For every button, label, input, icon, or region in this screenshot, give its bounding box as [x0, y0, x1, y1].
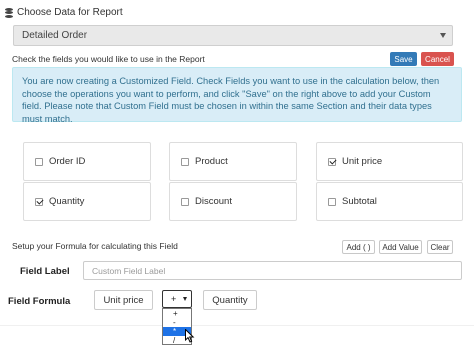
panel-header: Choose Data for Report — [5, 7, 123, 18]
clear-button[interactable]: Clear — [427, 240, 453, 254]
checkbox[interactable] — [35, 157, 43, 166]
field-option-subtotal[interactable]: Subtotal — [316, 182, 463, 221]
field-option-label: Subtotal — [342, 196, 377, 207]
field-option-label: Unit price — [342, 156, 383, 167]
field-option-label: Order ID — [49, 156, 86, 167]
formula-token-quantity[interactable]: Quantity — [203, 290, 257, 310]
caret-down-icon — [183, 297, 187, 301]
fields-instruction: Check the fields you would like to use i… — [12, 54, 205, 64]
field-option-product[interactable]: Product — [169, 142, 297, 181]
field-option-label: Quantity — [49, 196, 85, 207]
field-option-discount[interactable]: Discount — [169, 182, 297, 221]
formula-setup-label: Setup your Formula for calculating this … — [12, 241, 178, 251]
caret-down-icon — [440, 33, 446, 38]
field-option-quantity[interactable]: Quantity — [23, 182, 151, 221]
operator-option[interactable]: - — [163, 318, 191, 327]
field-label-caption: Field Label — [20, 266, 70, 277]
checkbox[interactable] — [328, 197, 336, 206]
field-formula-caption: Field Formula — [8, 296, 71, 307]
checkbox[interactable] — [181, 197, 189, 206]
checkbox[interactable] — [328, 157, 336, 166]
field-option-unit-price[interactable]: Unit price — [316, 142, 463, 181]
panel-title: Choose Data for Report — [17, 7, 123, 18]
add-parentheses-button[interactable]: Add ( ) — [342, 240, 375, 254]
cancel-button[interactable]: Cancel — [421, 52, 454, 66]
database-icon — [5, 7, 13, 18]
field-option-label: Discount — [195, 196, 232, 207]
operator-option[interactable]: + — [163, 309, 191, 318]
checkbox[interactable] — [35, 197, 43, 206]
info-alert: You are now creating a Customized Field.… — [12, 67, 462, 124]
report-type-select[interactable]: Detailed Order — [13, 25, 453, 46]
custom-field-panel: Choose Data for Report Detailed Order Ch… — [0, 0, 474, 345]
field-option-order-id[interactable]: Order ID — [23, 142, 151, 181]
save-button[interactable]: Save — [390, 52, 417, 66]
add-value-button[interactable]: Add Value — [379, 240, 422, 254]
divider — [0, 325, 474, 326]
report-type-value: Detailed Order — [22, 30, 88, 41]
field-label-input[interactable] — [83, 261, 462, 280]
operator-select-value: + — [171, 294, 177, 304]
formula-token-unit-price[interactable]: Unit price — [94, 290, 153, 310]
operator-select[interactable]: + — [162, 290, 192, 308]
field-option-label: Product — [195, 156, 228, 167]
checkbox[interactable] — [181, 157, 189, 166]
